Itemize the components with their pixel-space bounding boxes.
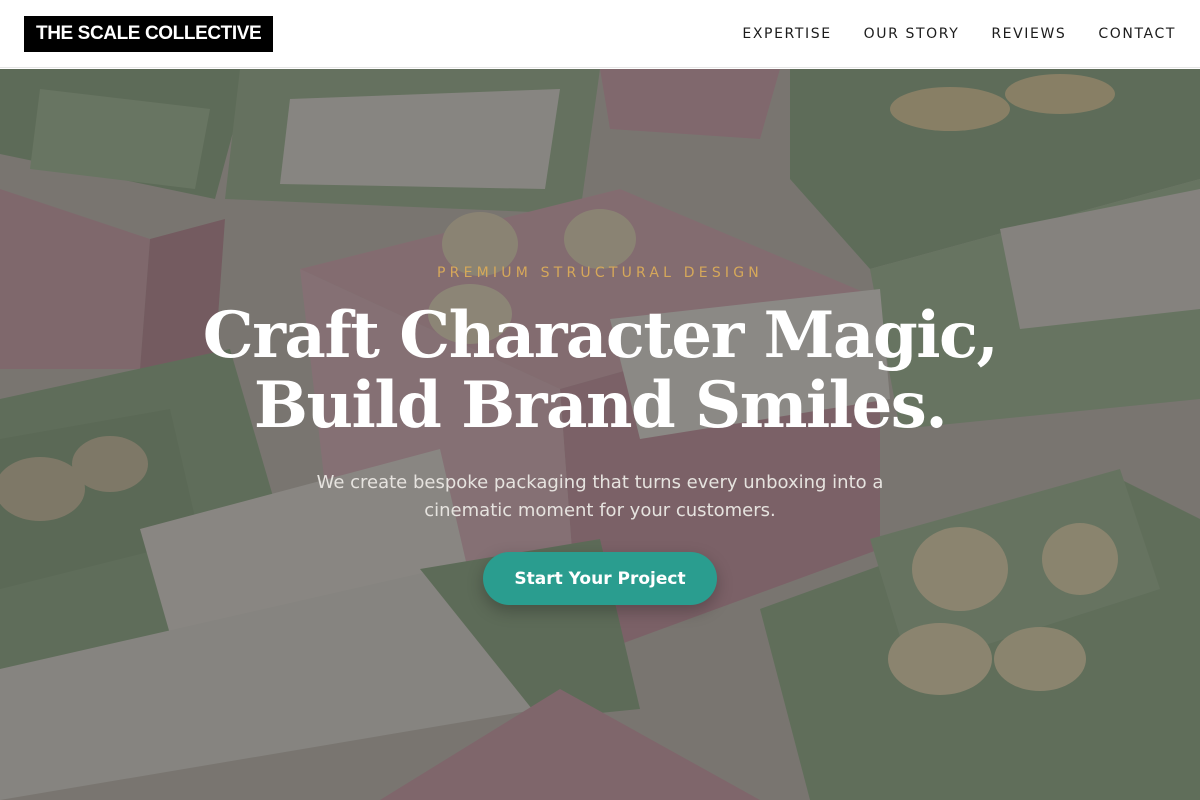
hero-subheadline: We create bespoke packaging that turns e… bbox=[290, 469, 910, 525]
hero-subheadline-line-2: cinematic moment for your customers. bbox=[424, 500, 776, 521]
hero-content: PREMIUM STRUCTURAL DESIGN Craft Characte… bbox=[0, 69, 1200, 800]
hero-section: PREMIUM STRUCTURAL DESIGN Craft Characte… bbox=[0, 69, 1200, 800]
nav-link-reviews[interactable]: REVIEWS bbox=[991, 26, 1066, 42]
nav-link-expertise[interactable]: EXPERTISE bbox=[742, 26, 831, 42]
hero-subheadline-line-1: We create bespoke packaging that turns e… bbox=[316, 472, 884, 493]
nav-link-contact[interactable]: CONTACT bbox=[1098, 26, 1176, 42]
nav-link-our-story[interactable]: OUR STORY bbox=[864, 26, 960, 42]
site-header: THE SCALE COLLECTIVE EXPERTISE OUR STORY… bbox=[0, 0, 1200, 68]
hero-headline-line-2: Build Brand Smiles. bbox=[253, 368, 948, 443]
start-project-button[interactable]: Start Your Project bbox=[483, 552, 717, 605]
hero-headline: Craft Character Magic, Build Brand Smile… bbox=[0, 301, 1200, 441]
main-nav: EXPERTISE OUR STORY REVIEWS CONTACT bbox=[742, 26, 1176, 42]
hero-headline-line-1: Craft Character Magic, bbox=[202, 298, 999, 373]
logo[interactable]: THE SCALE COLLECTIVE bbox=[24, 15, 274, 52]
hero-eyebrow: PREMIUM STRUCTURAL DESIGN bbox=[437, 265, 763, 281]
